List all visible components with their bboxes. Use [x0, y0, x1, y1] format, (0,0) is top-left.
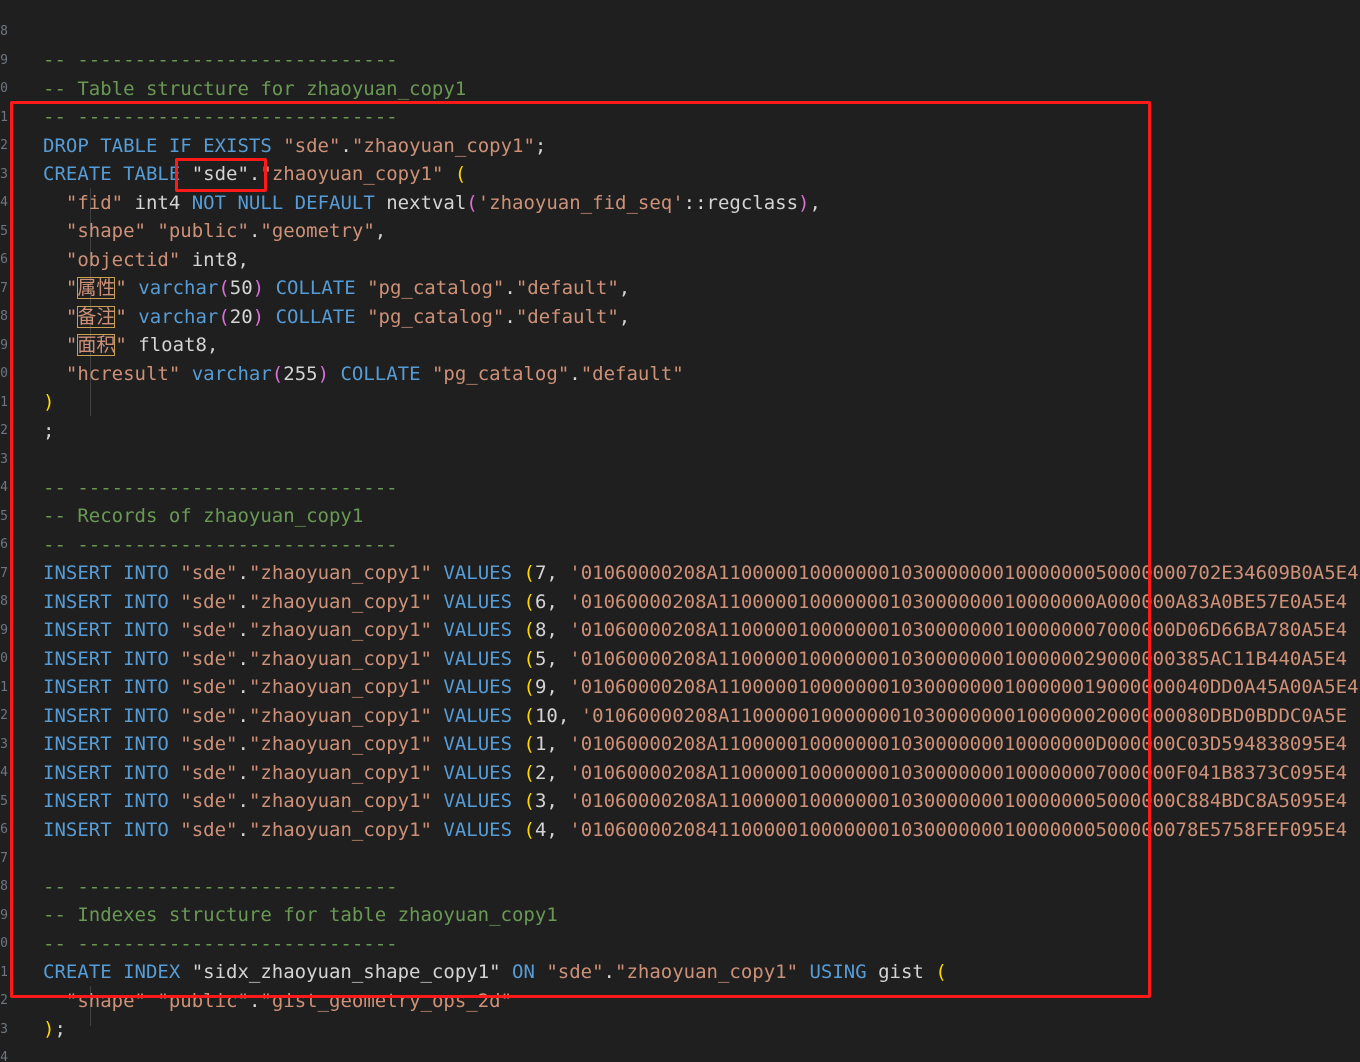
line-number: 0 — [0, 366, 8, 381]
line-number: 9 — [0, 52, 8, 68]
line-number: 6 — [0, 537, 8, 552]
line-number: 1 — [0, 109, 8, 125]
line-number: 7 — [0, 850, 8, 866]
line-number: 8 — [0, 594, 8, 609]
line-number: 3 — [0, 451, 8, 467]
line-number: 0 — [0, 81, 8, 96]
line-number: 5 — [0, 223, 8, 239]
line-number: 3 — [0, 166, 8, 182]
code-token: -- Table structure for zhaoyuan_copy1 — [43, 77, 467, 100]
line-number: 9 — [0, 907, 8, 923]
line-number: 4 — [0, 195, 8, 210]
code-line[interactable]: ); — [43, 1015, 66, 1044]
line-number: 3 — [0, 736, 8, 752]
annotation-box-large — [10, 101, 1151, 998]
code-token: ) — [43, 1018, 55, 1040]
line-number: 6 — [0, 252, 8, 267]
line-number: 0 — [0, 651, 8, 666]
line-number: 7 — [0, 565, 8, 581]
line-number-gutter: 8 9 0 1 2 3 4 5 6 7 8 9 0 1 2 3 4 5 6 7 8 9 0 1 2 3 4 5 6 7 8 9 0 1 2 3 4 — [0, 0, 8, 1062]
line-number: 4 — [0, 765, 8, 780]
line-number: 4 — [0, 1050, 8, 1062]
line-number: 9 — [0, 622, 8, 638]
line-number: 1 — [0, 394, 8, 410]
line-number: 2 — [0, 423, 8, 438]
line-number: 6 — [0, 822, 8, 837]
line-number: 0 — [0, 936, 8, 951]
line-number: 8 — [0, 24, 8, 39]
line-number: 5 — [0, 793, 8, 809]
line-number: 2 — [0, 138, 8, 153]
line-number: 3 — [0, 1021, 8, 1037]
line-number: 1 — [0, 679, 8, 695]
line-number: 9 — [0, 337, 8, 353]
line-number: 2 — [0, 993, 8, 1008]
line-number: 1 — [0, 964, 8, 980]
line-number: 7 — [0, 280, 8, 296]
code-token: ; — [54, 1018, 66, 1040]
line-number: 4 — [0, 480, 8, 495]
code-line[interactable]: -- Table structure for zhaoyuan_copy1 — [43, 75, 466, 104]
annotation-box-schema — [175, 158, 267, 192]
line-number: 8 — [0, 309, 8, 324]
line-number: 2 — [0, 708, 8, 723]
code-line[interactable]: -- ---------------------------- — [43, 46, 398, 75]
code-token: -- ---------------------------- — [43, 49, 398, 71]
line-number: 8 — [0, 879, 8, 894]
line-number: 5 — [0, 508, 8, 524]
